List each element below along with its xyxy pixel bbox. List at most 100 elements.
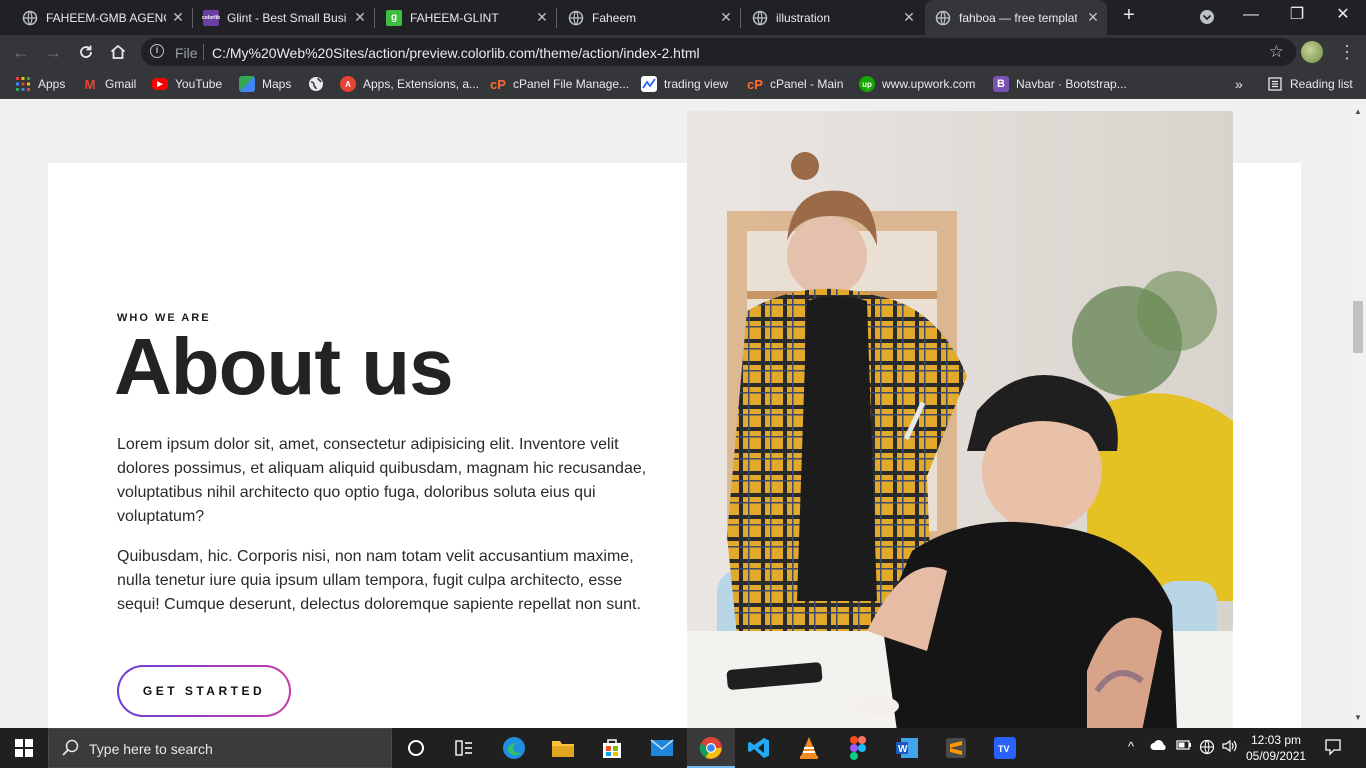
tray-overflow-chevron-icon[interactable]: ^ xyxy=(1128,739,1134,754)
tab-faheem-gmb[interactable]: FAHEEM-GMB AGENCY ✕ xyxy=(10,0,192,35)
bookmarks-bar: Apps M Gmail ▶ YouTube Maps A Apps, Exte… xyxy=(0,69,1366,99)
file-explorer-icon[interactable] xyxy=(551,736,575,760)
tab-faheem[interactable]: Faheem ✕ xyxy=(556,0,740,35)
windows-start-icon[interactable] xyxy=(12,736,36,760)
page-title: About us xyxy=(114,322,454,411)
word-icon[interactable]: W xyxy=(895,736,919,760)
globe-icon xyxy=(752,10,768,26)
close-icon[interactable]: ✕ xyxy=(718,9,734,25)
close-icon[interactable]: ✕ xyxy=(170,9,186,25)
globe-icon xyxy=(935,10,951,26)
svg-text:TV: TV xyxy=(998,744,1010,754)
bookmark-apps[interactable]: Apps xyxy=(15,75,65,93)
home-icon[interactable] xyxy=(106,40,130,64)
bookmark-label: www.upwork.com xyxy=(882,77,976,91)
bookmark-label: YouTube xyxy=(175,77,223,91)
bookmark-star-icon[interactable]: ☆ xyxy=(1269,42,1284,62)
close-icon[interactable]: ✕ xyxy=(901,9,917,25)
search-icon xyxy=(62,739,80,760)
close-window-button[interactable]: ✕ xyxy=(1320,0,1366,32)
bookmark-globe[interactable] xyxy=(308,75,331,93)
bookmark-trading-view[interactable]: trading view xyxy=(641,75,728,93)
taskbar-search-input[interactable]: Type here to search xyxy=(48,728,392,768)
bookmark-youtube[interactable]: ▶ YouTube xyxy=(152,75,222,93)
tab-strip: FAHEEM-GMB AGENCY ✕ colorlib Glint - Bes… xyxy=(0,0,1366,35)
chrome-icon[interactable] xyxy=(699,736,723,760)
bookmark-bootstrap-navbar[interactable]: B Navbar · Bootstrap... xyxy=(993,75,1127,93)
widgets-icon[interactable] xyxy=(452,736,476,760)
more-menu-icon[interactable]: ⋮ xyxy=(1338,41,1356,63)
sublime-icon[interactable] xyxy=(944,736,968,760)
tab-title: Glint - Best Small Business xyxy=(227,10,347,25)
windows-taskbar: Type here to search W TV ^ 12:03 pm 05/0… xyxy=(0,728,1366,768)
tab-glint[interactable]: colorlib Glint - Best Small Business ✕ xyxy=(192,0,374,35)
scroll-down-arrow-icon[interactable]: ▼ xyxy=(1354,713,1362,722)
reading-list-icon xyxy=(1267,76,1283,92)
tab-faheem-glint[interactable]: g FAHEEM-GLINT ✕ xyxy=(374,0,556,35)
clock-time: 12:03 pm xyxy=(1250,733,1302,747)
bookmarks-overflow-button[interactable]: » xyxy=(1235,75,1243,93)
tab-fahboa-active[interactable]: fahboa — free template ✕ xyxy=(925,0,1107,35)
tab-illustration[interactable]: illustration ✕ xyxy=(740,0,923,35)
reload-icon[interactable] xyxy=(74,40,98,64)
notifications-icon[interactable] xyxy=(1324,738,1342,759)
new-tab-button[interactable]: + xyxy=(1117,0,1141,32)
profile-avatar[interactable] xyxy=(1301,41,1323,63)
reading-list-button[interactable]: Reading list xyxy=(1267,75,1353,93)
tradingview-icon[interactable]: TV xyxy=(993,736,1017,760)
close-icon[interactable]: ✕ xyxy=(1085,9,1101,25)
task-view-icon[interactable] xyxy=(404,736,428,760)
bookmark-label: Apps, Extensions, a... xyxy=(363,77,480,91)
colorlib-icon: colorlib xyxy=(202,9,220,26)
get-started-button[interactable]: GET STARTED xyxy=(117,665,291,717)
bookmark-cpanel-file-manager[interactable]: cP cPanel File Manage... xyxy=(490,75,629,93)
tab-title: Faheem xyxy=(592,10,637,25)
address-bar[interactable]: i File C:/My%20Web%20Sites/action/previe… xyxy=(141,38,1296,66)
bookmark-label: Navbar · Bootstrap... xyxy=(1016,77,1127,91)
search-placeholder: Type here to search xyxy=(89,741,213,757)
store-icon[interactable] xyxy=(600,736,624,760)
forward-arrow-icon[interactable]: → xyxy=(41,40,65,64)
figma-icon[interactable] xyxy=(846,736,870,760)
scrollbar-thumb[interactable] xyxy=(1353,301,1363,353)
get-started-label: GET STARTED xyxy=(119,667,289,715)
globe-icon xyxy=(22,10,38,26)
url-text[interactable]: C:/My%20Web%20Sites/action/preview.color… xyxy=(212,45,700,61)
apps-grid-icon xyxy=(15,76,31,92)
back-arrow-icon[interactable]: ← xyxy=(9,40,33,64)
bookmark-maps[interactable]: Maps xyxy=(239,75,291,93)
g-icon: g xyxy=(386,9,402,26)
bookmark-label: Apps xyxy=(38,77,66,91)
tab-search-button[interactable] xyxy=(1194,0,1220,32)
battery-icon[interactable] xyxy=(1176,739,1192,754)
clock-date: 05/09/2021 xyxy=(1246,749,1307,763)
about-photo xyxy=(687,111,1233,728)
gmail-icon: M xyxy=(84,76,96,92)
edge-icon[interactable] xyxy=(502,736,526,760)
minimize-button[interactable]: — xyxy=(1228,0,1274,32)
page-scrollbar[interactable]: ▲ ▼ xyxy=(1350,99,1366,728)
vlc-icon[interactable] xyxy=(797,736,821,760)
bookmark-upwork[interactable]: up www.upwork.com xyxy=(859,75,975,93)
mail-icon[interactable] xyxy=(650,736,674,760)
close-icon[interactable]: ✕ xyxy=(352,9,368,25)
volume-icon[interactable] xyxy=(1222,739,1238,756)
restore-button[interactable]: ❐ xyxy=(1274,0,1320,32)
network-globe-icon[interactable] xyxy=(1199,739,1215,758)
maps-icon xyxy=(239,76,255,92)
onedrive-cloud-icon[interactable] xyxy=(1150,739,1168,754)
bookmark-label: cPanel File Manage... xyxy=(513,77,630,91)
globe-icon xyxy=(308,76,324,92)
close-icon[interactable]: ✕ xyxy=(534,9,550,25)
about-paragraph-2: Quibusdam, hic. Corporis nisi, non nam t… xyxy=(117,548,641,613)
web-page-viewport: WHO WE ARE About us Lorem ipsum dolor si… xyxy=(0,99,1350,728)
scroll-up-arrow-icon[interactable]: ▲ xyxy=(1354,107,1362,116)
scheme-label: File xyxy=(175,45,198,61)
vscode-icon[interactable] xyxy=(747,736,771,760)
bookmark-gmail[interactable]: M Gmail xyxy=(82,75,137,93)
bookmark-web-store[interactable]: A Apps, Extensions, a... xyxy=(340,75,479,93)
info-icon[interactable]: i xyxy=(150,44,164,58)
system-clock[interactable]: 12:03 pm 05/09/2021 xyxy=(1246,732,1306,764)
about-paragraph-1: Lorem ipsum dolor sit, amet, consectetur… xyxy=(117,436,647,525)
bookmark-cpanel-main[interactable]: cP cPanel - Main xyxy=(747,75,843,93)
